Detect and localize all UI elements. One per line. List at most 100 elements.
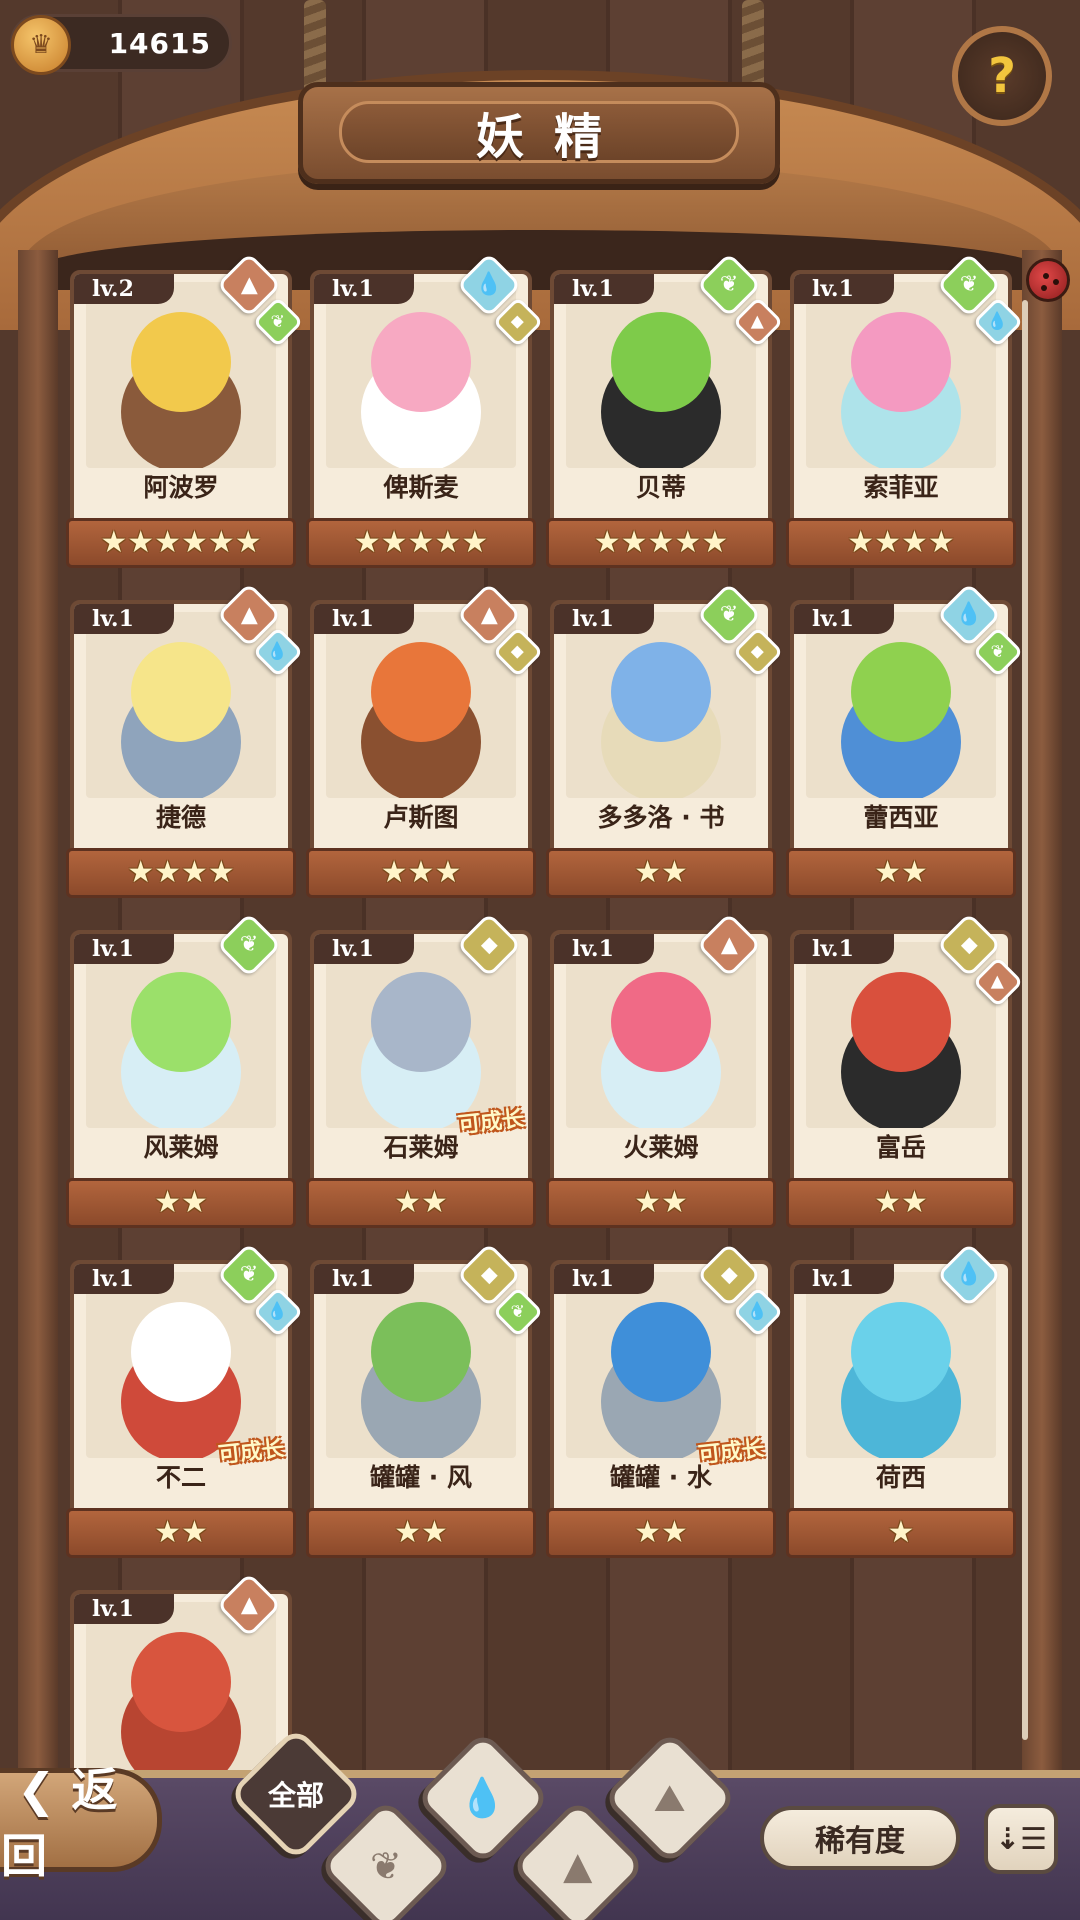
stars: ★★★ xyxy=(380,855,462,890)
portrait-head xyxy=(851,972,951,1072)
back-button[interactable]: ❮ 返回 xyxy=(0,1763,162,1883)
spirit-card[interactable]: lv.1 捷德 ★★★★ ▲ 💧 xyxy=(66,582,304,900)
portrait-head xyxy=(131,1302,231,1402)
portrait-head xyxy=(131,972,231,1072)
card-body: lv.1 富岳 xyxy=(790,930,1012,1190)
star-rating: ★★ xyxy=(546,1178,776,1228)
spirit-card[interactable]: lv.1 罐罐 · 风 ★★ ◆ ❦ xyxy=(306,1242,544,1560)
portrait-head xyxy=(371,642,471,742)
spirit-card[interactable]: lv.1 罐罐 · 水 ★★ ◆ 💧 可成长 xyxy=(546,1242,784,1560)
rarity-sort-button[interactable]: 稀有度 xyxy=(760,1806,960,1870)
spirit-name: 风莱姆 xyxy=(143,1133,219,1162)
card-body: lv.2 阿波罗 xyxy=(70,270,292,530)
card-body: lv.1 卢斯图 xyxy=(310,600,532,860)
level-badge: lv.1 xyxy=(794,1264,894,1294)
help-button[interactable]: ? xyxy=(952,26,1052,126)
spirit-card[interactable]: lv.1 贝蒂 ★★★★★ ❦ ▲ xyxy=(546,252,784,570)
spirit-card[interactable]: lv.1 火莱姆 ★★ ▲ xyxy=(546,912,776,1230)
spirit-name: 富岳 xyxy=(875,1133,926,1162)
filter-all-label: 全部 xyxy=(267,1778,325,1812)
chevron-left-icon: ❮ xyxy=(17,1763,56,1817)
ladybug-scroll-handle-icon[interactable] xyxy=(1026,258,1070,302)
question-sprout-icon: ? xyxy=(988,48,1016,104)
card-body: lv.1 捷德 xyxy=(70,600,292,860)
portrait-head xyxy=(611,642,711,742)
sort-order-button[interactable]: ⇣☰ xyxy=(984,1804,1058,1874)
card-body: lv.1 石莱姆 xyxy=(310,930,532,1190)
level-badge: lv.1 xyxy=(74,604,174,634)
wood-filter-icon: ❦ xyxy=(370,1844,402,1888)
page-title: 妖精 xyxy=(475,109,632,165)
sort-icon: ⇣☰ xyxy=(994,1821,1048,1857)
star-rating: ★★ xyxy=(306,1178,536,1228)
level-badge: lv.1 xyxy=(794,604,894,634)
level-badge: lv.1 xyxy=(314,274,414,304)
portrait-head xyxy=(851,1302,951,1402)
spirit-name: 火莱姆 xyxy=(623,1133,699,1162)
star-rating: ★★ xyxy=(546,848,776,898)
fire-filter-icon: ⛰ xyxy=(654,1775,686,1820)
stars: ★★★★★ xyxy=(593,525,729,560)
card-body: lv.1 不二 xyxy=(70,1260,292,1520)
card-body: lv.1 荷西 xyxy=(790,1260,1012,1520)
spirit-card[interactable]: lv.1 石莱姆 ★★ ◆ 可成长 xyxy=(306,912,536,1230)
left-pillar xyxy=(18,250,58,1810)
spirit-collection-screen: ♛ 14615 妖精 ? lv.2 阿波罗 ★★★★★★ ▲ ❦ lv.1 俾斯麦 … xyxy=(0,0,1080,1920)
scrollbar-track[interactable] xyxy=(1022,300,1028,1740)
stars: ★★ xyxy=(634,1515,688,1550)
spirit-card[interactable]: lv.1 索菲亚 ★★★★ ❦ 💧 xyxy=(786,252,1024,570)
stars: ★★★★★★ xyxy=(100,525,262,560)
card-body: lv.1 索菲亚 xyxy=(790,270,1012,530)
portrait-head xyxy=(851,642,951,742)
spirit-name: 俾斯麦 xyxy=(383,473,459,502)
portrait-head xyxy=(611,312,711,412)
star-rating: ★★★★★ xyxy=(306,518,536,568)
level-badge: lv.1 xyxy=(74,934,174,964)
level-badge: lv.1 xyxy=(794,274,894,304)
level-badge: lv.1 xyxy=(554,1264,654,1294)
spirit-card[interactable]: lv.1 富岳 ★★ ◆ ▲ xyxy=(786,912,1024,1230)
back-label: ❮ 返回 xyxy=(1,1754,157,1886)
card-body: lv.1 风莱姆 xyxy=(70,930,292,1190)
spirit-card[interactable]: lv.1 风莱姆 ★★ ❦ xyxy=(66,912,296,1230)
level-badge: lv.1 xyxy=(314,604,414,634)
card-body: lv.1 俾斯麦 xyxy=(310,270,532,530)
stars: ★★ xyxy=(634,1185,688,1220)
spirit-name: 荷西 xyxy=(875,1463,926,1492)
title-sign: 妖精 xyxy=(298,82,780,184)
stars: ★★ xyxy=(874,855,928,890)
stars: ★ xyxy=(887,1515,915,1550)
stars: ★★ xyxy=(874,1185,928,1220)
portrait-head xyxy=(131,1632,231,1732)
stars: ★★★★★ xyxy=(353,525,489,560)
spirit-card[interactable]: lv.2 阿波罗 ★★★★★★ ▲ ❦ xyxy=(66,252,304,570)
card-body: lv.1 贝蒂 xyxy=(550,270,772,530)
level-badge: lv.1 xyxy=(74,1264,174,1294)
spirit-card[interactable]: lv.1 蕾西亚 ★★ 💧 ❦ xyxy=(786,582,1024,900)
stars: ★★ xyxy=(154,1185,208,1220)
level-badge: lv.1 xyxy=(554,604,654,634)
portrait-head xyxy=(131,642,231,742)
stars: ★★ xyxy=(394,1185,448,1220)
spirit-card[interactable]: lv.1 卢斯图 ★★★ ▲ ◆ xyxy=(306,582,544,900)
level-badge: lv.2 xyxy=(74,274,174,304)
right-pillar xyxy=(1022,250,1062,1810)
star-rating: ★★★★★ xyxy=(546,518,776,568)
spirit-card[interactable]: lv.1 荷西 ★ 💧 xyxy=(786,1242,1016,1560)
card-body: lv.1 多多洛 · 书 xyxy=(550,600,772,860)
stars: ★★★★ xyxy=(847,525,955,560)
spirit-name: 多多洛 · 书 xyxy=(597,803,725,832)
spirit-card[interactable]: lv.1 俾斯麦 ★★★★★ 💧 ◆ xyxy=(306,252,544,570)
spirit-card[interactable]: lv.1 不二 ★★ ❦ 💧 可成长 xyxy=(66,1242,304,1560)
card-body: lv.1 火莱姆 xyxy=(550,930,772,1190)
card-body: lv.1 罐罐 · 水 xyxy=(550,1260,772,1520)
star-rating: ★★★★ xyxy=(66,848,296,898)
spirit-card[interactable]: lv.1 ▲ xyxy=(70,1572,292,1850)
portrait-head xyxy=(371,312,471,412)
level-badge: lv.1 xyxy=(554,934,654,964)
coin-amount: 14615 xyxy=(108,27,211,60)
growable-tag: 可成长 xyxy=(697,1436,766,1469)
spirit-card[interactable]: lv.1 多多洛 · 书 ★★ ❦ ◆ xyxy=(546,582,784,900)
portrait-head xyxy=(851,312,951,412)
level-badge: lv.1 xyxy=(314,1264,414,1294)
